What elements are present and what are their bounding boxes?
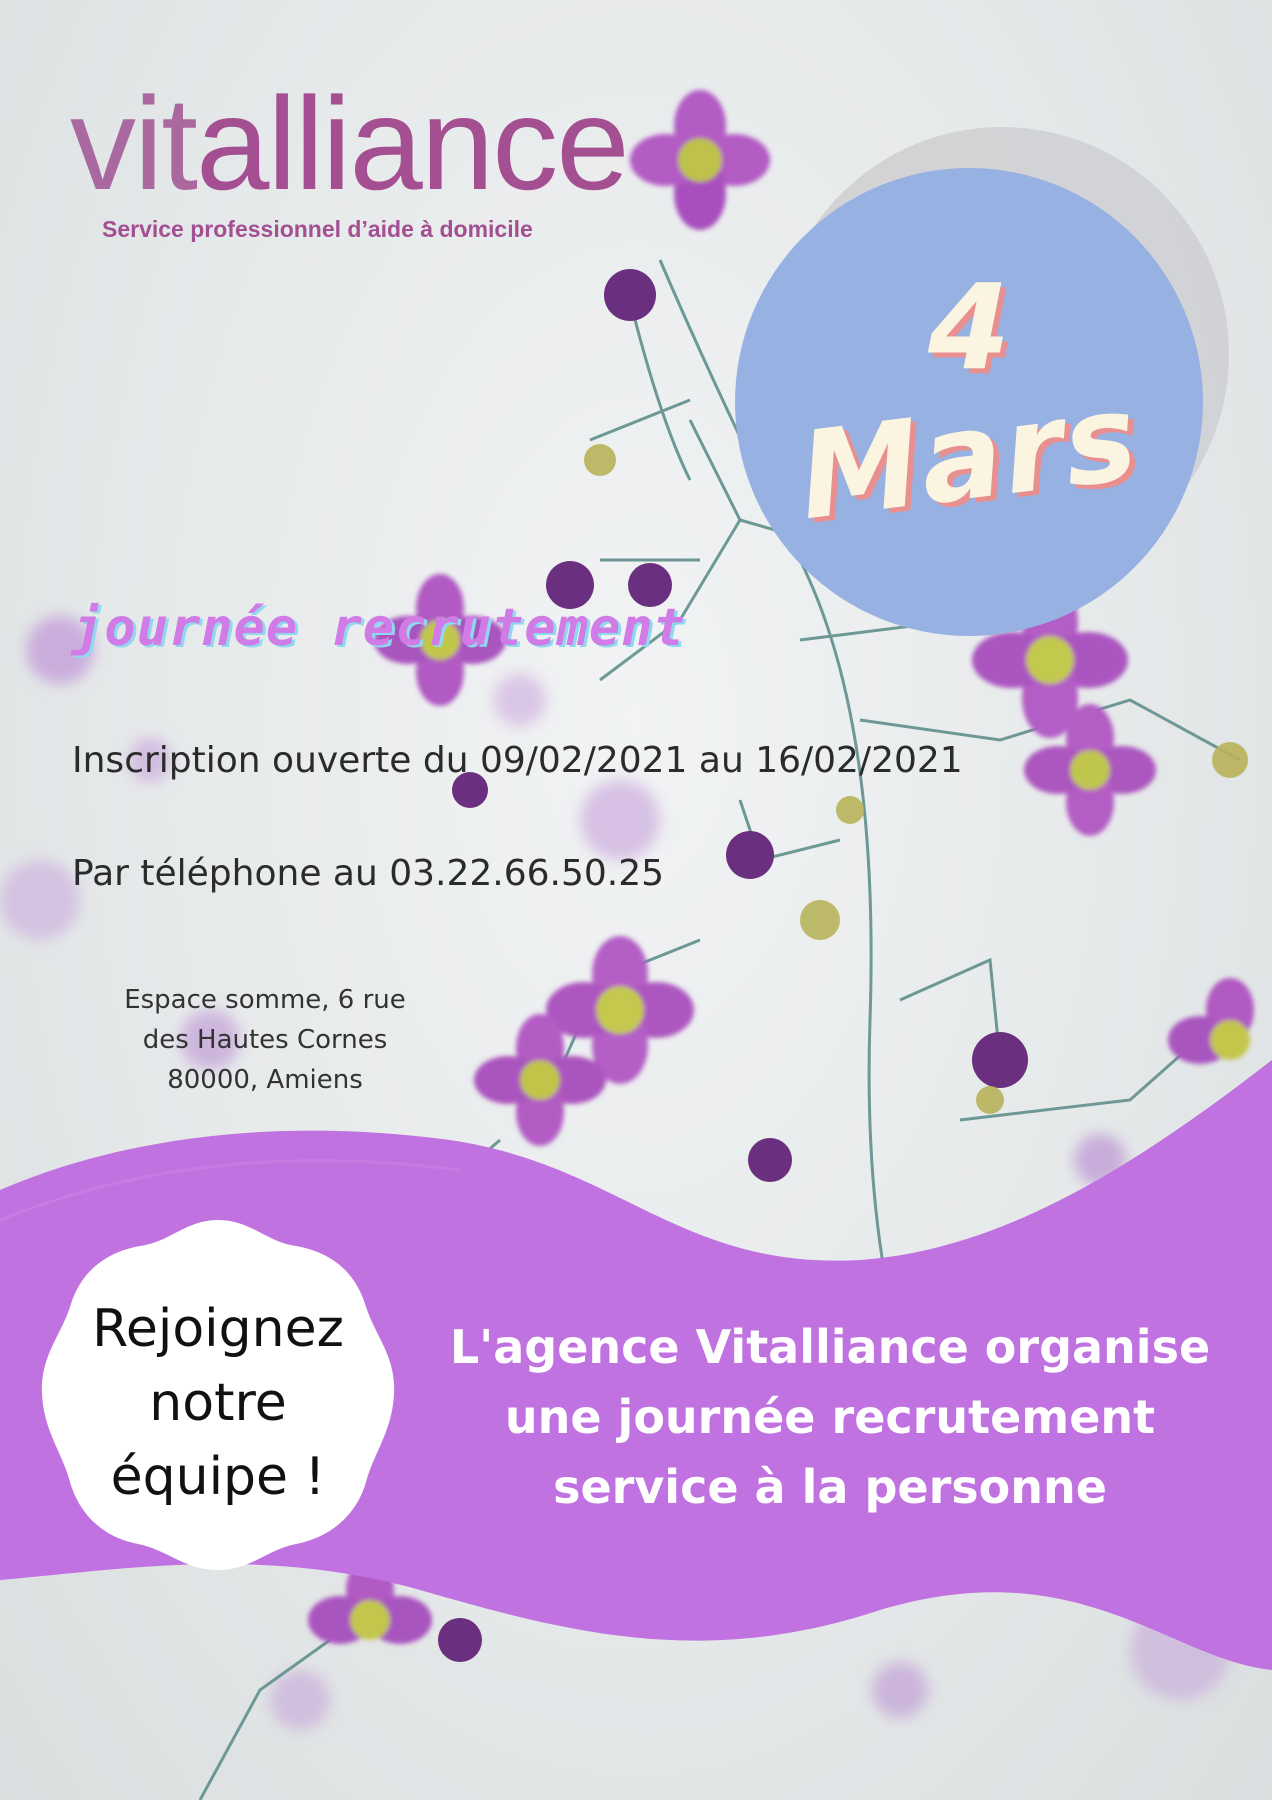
message-line-2: une journée recrutement: [504, 1390, 1156, 1444]
address-line-1: Espace somme, 6 rue: [124, 985, 406, 1015]
event-title: journée recrutement: [72, 598, 686, 658]
badge-line-3: équipe !: [110, 1447, 326, 1507]
vitalliance-logo: vitalliance Service professionnel d’aide…: [70, 78, 630, 243]
logo-wordmark: vitalliance: [70, 78, 630, 210]
message-line-3: service à la personne: [553, 1460, 1107, 1514]
registration-dates: Inscription ouverte du 09/02/2021 au 16/…: [72, 740, 963, 781]
date-day: 4: [927, 258, 1011, 396]
message-line-1: L'agence Vitalliance organise: [449, 1320, 1211, 1374]
logo-tagline: Service professionnel d’aide à domicile: [102, 216, 533, 242]
poster: vitalliance Service professionnel d’aide…: [0, 0, 1272, 1800]
badge-line-1: Rejoignez: [92, 1299, 344, 1359]
logo-wordmark-light: vit: [70, 70, 198, 217]
date-month: Mars: [792, 367, 1146, 548]
logo-wordmark-bold: alliance: [196, 70, 630, 217]
phone-number: Par téléphone au 03.22.66.50.25: [72, 853, 665, 894]
badge-line-2: notre: [149, 1373, 287, 1433]
join-team-text: Rejoignez notre équipe !: [36, 1292, 400, 1514]
date-circle: 4 Mars: [735, 168, 1203, 636]
join-team-badge: Rejoignez notre équipe !: [36, 1212, 400, 1576]
agency-message: L'agence Vitalliance organise une journé…: [420, 1312, 1240, 1522]
